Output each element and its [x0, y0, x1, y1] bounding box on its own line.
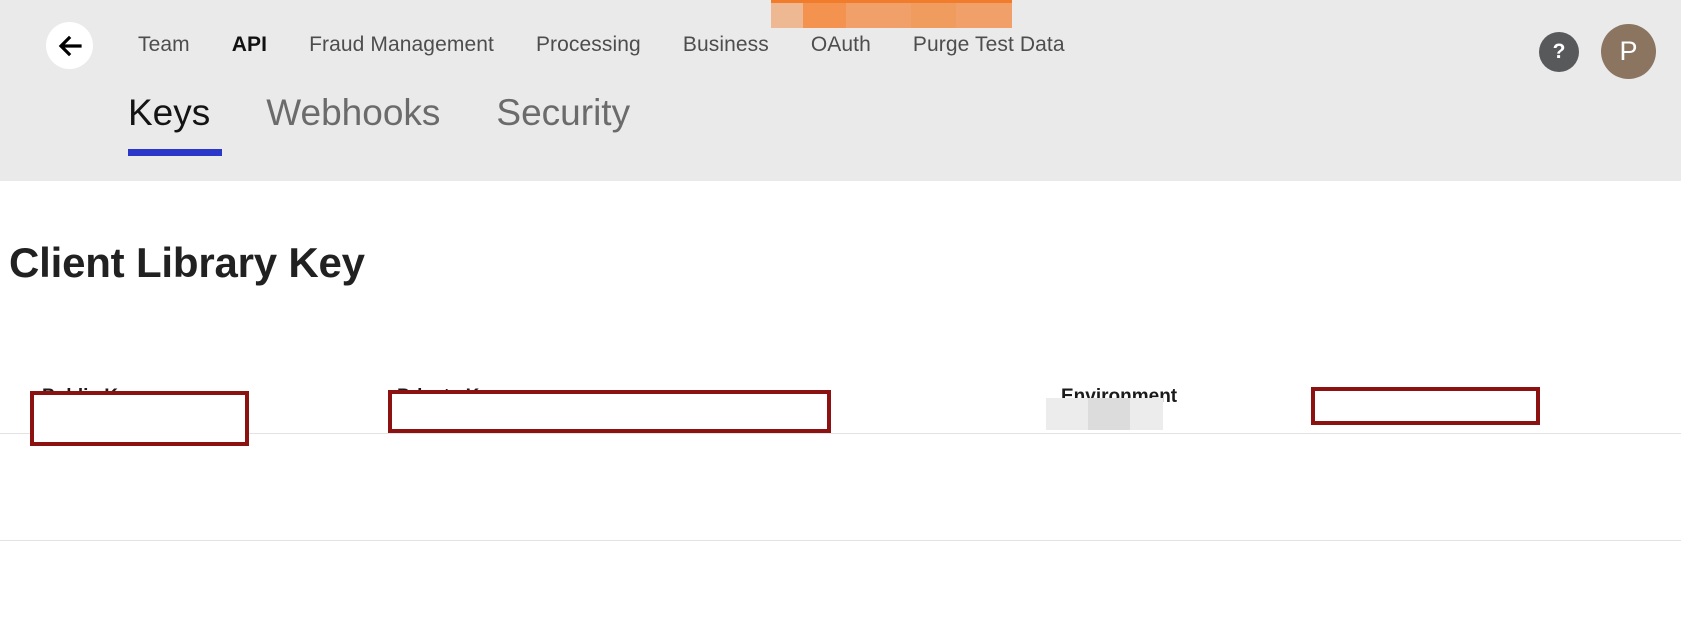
arrow-left-icon: [57, 33, 83, 59]
tab-security[interactable]: Security: [468, 92, 658, 156]
highlight-box-private-key: [388, 390, 831, 433]
redaction-bar-top: [771, 0, 1012, 28]
app-header: Team API Fraud Management Processing Bus…: [0, 0, 1681, 181]
main-content: Client Library Key Public Key Private Ke…: [0, 181, 1681, 632]
environment-value: [1046, 398, 1163, 430]
help-icon[interactable]: ?: [1539, 31, 1579, 72]
nav-item-team[interactable]: Team: [138, 33, 211, 57]
nav-item-fraud-management[interactable]: Fraud Management: [288, 33, 515, 57]
tab-keys-label: Keys: [128, 92, 211, 133]
table-row[interactable]: [0, 435, 1681, 541]
header-actions: ? P: [1539, 24, 1656, 79]
nav-item-oauth[interactable]: OAuth: [790, 33, 892, 57]
page-title: Client Library Key: [9, 239, 365, 286]
nav-item-purge-test-data[interactable]: Purge Test Data: [892, 33, 1086, 57]
tab-webhooks-label: Webhooks: [266, 92, 441, 133]
tab-webhooks[interactable]: Webhooks: [238, 92, 468, 156]
nav-item-api[interactable]: API: [211, 33, 288, 57]
primary-nav: Team API Fraud Management Processing Bus…: [138, 33, 1086, 57]
highlight-box-public-key: [30, 391, 249, 446]
tab-active-underline: [128, 149, 222, 156]
tab-keys[interactable]: Keys: [128, 92, 238, 156]
back-button[interactable]: [46, 22, 93, 69]
nav-item-processing[interactable]: Processing: [515, 33, 662, 57]
nav-item-business[interactable]: Business: [662, 33, 790, 57]
highlight-box-merchant-id: [1311, 387, 1540, 425]
tab-security-label: Security: [496, 92, 631, 133]
secondary-tabs: Keys Webhooks Security: [128, 92, 658, 156]
avatar[interactable]: P: [1601, 24, 1656, 79]
